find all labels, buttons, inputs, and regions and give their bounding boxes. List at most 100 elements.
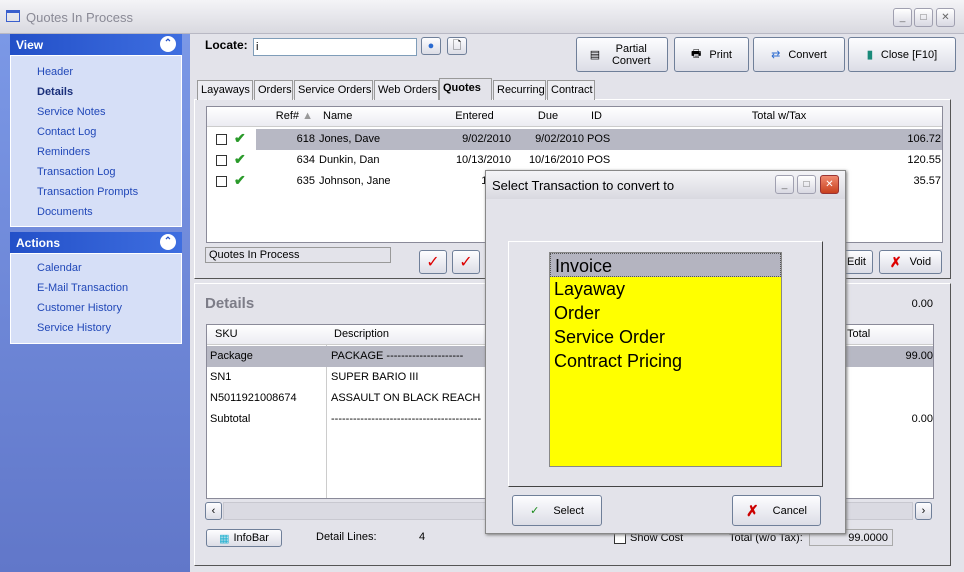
cell-sku: Subtotal: [210, 413, 251, 425]
table-row[interactable]: ✔ 634 Dunkin, Dan 10/13/2010 10/16/2010 POS 12…: [207, 150, 942, 171]
tab-recurring[interactable]: Recurring: [493, 80, 546, 100]
green-check-icon: ✔: [234, 172, 246, 188]
red-check-all-icon: ✓: [459, 254, 473, 271]
col-total[interactable]: Total: [847, 328, 870, 340]
green-check-icon: ✓: [530, 505, 540, 517]
cell-entered: 10/13/2010: [455, 154, 511, 166]
search-button[interactable]: ●: [421, 37, 441, 55]
cell-id: POS: [587, 133, 611, 145]
dialog-maximize-button[interactable]: □: [797, 175, 816, 194]
tab-web-orders[interactable]: Web Orders: [374, 80, 439, 100]
option-invoice[interactable]: Invoice: [550, 253, 781, 277]
row-checkbox[interactable]: [216, 176, 227, 187]
green-check-icon: ✔: [234, 151, 246, 167]
view-section-header[interactable]: View ⌃: [10, 34, 182, 55]
col-id[interactable]: ID: [591, 110, 602, 122]
find-document-button[interactable]: 🗋: [447, 37, 467, 55]
cell-due: 10/16/2010: [528, 154, 584, 166]
transaction-type-list[interactable]: Invoice Layaway Order Service Order Contract…: [549, 252, 782, 467]
app-icon: [6, 10, 20, 22]
actions-section-header[interactable]: Actions ⌃: [10, 232, 182, 253]
cell-due: 9/02/2010: [535, 133, 584, 145]
sidebar-item-transaction-log[interactable]: Transaction Log: [37, 166, 115, 178]
green-check-icon: ✔: [234, 130, 246, 146]
row-checkbox[interactable]: [216, 155, 227, 166]
dialog-close-button[interactable]: ✕: [820, 175, 839, 194]
convert-button[interactable]: ⇄ Convert: [753, 37, 845, 72]
sidebar-item-e-mail-transaction[interactable]: E-Mail Transaction: [37, 282, 128, 294]
window-title: Quotes In Process: [26, 10, 133, 25]
printer-icon: 🖶: [690, 48, 702, 60]
void-button[interactable]: ✗ Void: [879, 250, 942, 274]
tab-contract[interactable]: Contract: [547, 80, 595, 100]
option-contract-pricing[interactable]: Contract Pricing: [550, 349, 781, 373]
locate-input[interactable]: [253, 38, 417, 56]
view-title: View: [16, 38, 44, 52]
table-row[interactable]: ✔ 618 Jones, Dave 9/02/2010 9/02/2010 POS 106.…: [207, 129, 942, 150]
print-button[interactable]: 🖶 Print: [674, 37, 749, 72]
partial-convert-button[interactable]: ▤ Partial Convert: [576, 37, 668, 72]
cell-ref: 634: [296, 154, 315, 166]
scroll-right-button[interactable]: ›: [915, 502, 932, 520]
red-check-icon: ✓: [426, 254, 440, 271]
maximize-button[interactable]: □: [914, 8, 933, 27]
actions-panel: Calendar E-Mail Transaction Customer Histo…: [10, 253, 182, 344]
col-total[interactable]: Total w/Tax: [614, 110, 944, 122]
minimize-button[interactable]: _: [893, 8, 912, 27]
actions-title: Actions: [16, 236, 61, 250]
cell-ref: 635: [296, 175, 315, 187]
close-f10-button[interactable]: ▮ Close [F10]: [848, 37, 956, 72]
tab-quotes[interactable]: Quotes: [439, 78, 492, 100]
search-icon: ●: [427, 40, 435, 52]
sidebar-item-customer-history[interactable]: Customer History: [37, 302, 122, 314]
col-label: Ref#: [275, 110, 300, 122]
sidebar-item-header[interactable]: Header: [37, 66, 73, 78]
details-title: Details: [205, 295, 255, 312]
cell-name: Jones, Dave: [319, 133, 381, 145]
col-entered[interactable]: Entered: [438, 110, 511, 122]
tab-layaways[interactable]: Layaways: [197, 80, 253, 100]
sort-asc-icon: ▲: [302, 110, 313, 122]
title-bar: Quotes In Process _ □ ✕: [0, 0, 964, 34]
collapse-icon[interactable]: ⌃: [160, 234, 176, 250]
sidebar-item-service-notes[interactable]: Service Notes: [37, 106, 105, 118]
sidebar-item-calendar[interactable]: Calendar: [37, 262, 82, 274]
locate-label: Locate:: [205, 38, 248, 52]
sidebar-item-documents[interactable]: Documents: [37, 206, 93, 218]
tab-service-orders[interactable]: Service Orders: [294, 80, 373, 100]
dialog-title: Select Transaction to convert to: [492, 178, 675, 193]
cell-total: 106.72: [907, 133, 941, 145]
cancel-button[interactable]: ✗ Cancel: [732, 495, 821, 526]
cell-name: Johnson, Jane: [319, 175, 391, 187]
sidebar-item-details[interactable]: Details: [37, 86, 73, 98]
col-description[interactable]: Description: [334, 328, 389, 340]
red-x-icon: ✗: [889, 253, 902, 270]
col-sku[interactable]: SKU: [215, 328, 238, 340]
sidebar-item-contact-log[interactable]: Contact Log: [37, 126, 96, 138]
collapse-icon[interactable]: ⌃: [160, 36, 176, 52]
grid-header: Ref# ▲ Name Entered Due ID Total w/Tax: [207, 107, 942, 127]
select-button[interactable]: ✓ Select: [512, 495, 602, 526]
view-panel: Header Details Service Notes Contact Log Rem…: [10, 55, 182, 227]
sidebar-item-transaction-prompts[interactable]: Transaction Prompts: [37, 186, 138, 198]
cell-ref: 618: [296, 133, 315, 145]
check-all-button[interactable]: ✓: [452, 250, 480, 274]
close-window-button[interactable]: ✕: [936, 8, 955, 27]
convert-icon: ⇄: [771, 49, 781, 61]
row-checkbox[interactable]: [216, 134, 227, 145]
tab-orders[interactable]: Orders: [254, 80, 293, 100]
col-due[interactable]: Due: [512, 110, 584, 122]
option-service-order[interactable]: Service Order: [550, 325, 781, 349]
option-order[interactable]: Order: [550, 301, 781, 325]
convert-dialog: Select Transaction to convert to _ □ ✕ I…: [485, 170, 846, 534]
sidebar-item-reminders[interactable]: Reminders: [37, 146, 90, 158]
dialog-minimize-button[interactable]: _: [775, 175, 794, 194]
infobar-button[interactable]: ▦ InfoBar: [206, 529, 282, 547]
status-label: Quotes In Process: [205, 247, 391, 263]
check-button[interactable]: ✓: [419, 250, 447, 274]
col-ref[interactable]: Ref# ▲: [255, 110, 313, 122]
scroll-left-button[interactable]: ‹: [205, 502, 222, 520]
option-layaway[interactable]: Layaway: [550, 277, 781, 301]
col-name[interactable]: Name: [323, 110, 352, 122]
sidebar-item-service-history[interactable]: Service History: [37, 322, 111, 334]
